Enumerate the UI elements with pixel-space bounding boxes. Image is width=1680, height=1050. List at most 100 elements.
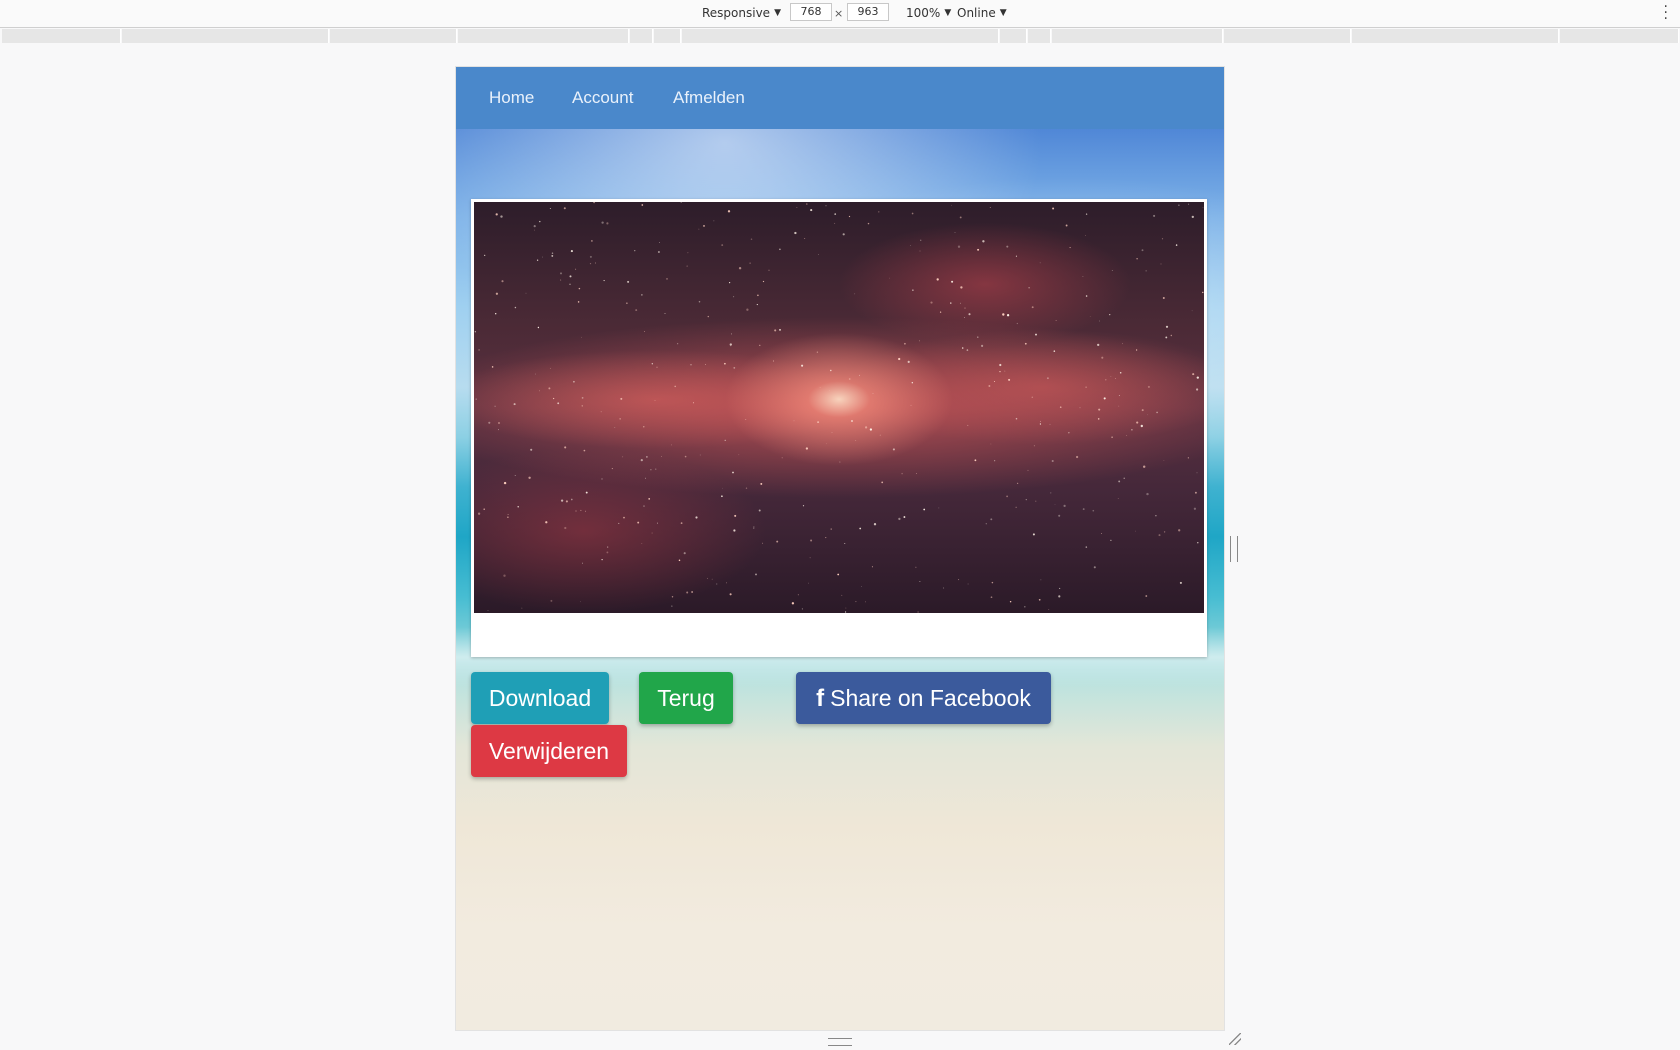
delete-button[interactable]: Verwijderen [471,725,627,777]
star [1040,579,1042,581]
star [637,521,640,524]
star [801,608,803,610]
star [570,250,573,253]
star [916,473,917,474]
star [1153,214,1156,217]
star [999,370,1001,373]
download-button[interactable]: Download [471,672,609,724]
star [960,302,961,304]
star [1016,322,1018,325]
star [687,252,689,254]
star [635,309,638,312]
star [539,220,541,223]
star [495,313,497,315]
star [654,400,656,401]
device-mode-select[interactable]: Responsive ▼ [702,6,781,20]
star [990,596,993,599]
star [729,282,731,284]
star [745,418,747,421]
star [711,578,713,580]
media-query-segment[interactable] [682,29,999,43]
star [1192,373,1195,376]
star [881,481,884,484]
star [762,280,765,283]
star [865,426,868,429]
star [801,364,804,367]
star [536,259,539,261]
star [706,577,708,579]
viewport-resize-corner-icon[interactable] [1229,1033,1241,1045]
star [691,591,693,593]
star [841,594,843,596]
star [964,307,966,309]
star [483,508,485,510]
star [1135,530,1136,532]
star [1082,276,1084,278]
facebook-icon: f [816,685,825,712]
star [530,448,533,451]
star [1109,313,1111,316]
media-query-segment[interactable] [1560,29,1679,43]
share-facebook-label: Share on Facebook [830,685,1031,711]
star [692,402,695,404]
media-query-segment[interactable] [1352,29,1559,43]
media-query-segment[interactable] [458,29,629,43]
star [1188,203,1190,205]
star [904,342,906,345]
star [545,521,548,524]
star [498,422,500,424]
star [1147,385,1150,388]
star [889,277,890,279]
share-facebook-button[interactable]: f Share on Facebook [796,672,1051,724]
star [733,296,735,298]
star [960,286,963,289]
star [600,411,602,413]
star [705,364,706,365]
star [641,294,643,296]
viewport-height-input[interactable]: 963 [847,3,889,21]
kebab-menu-icon[interactable]: · · · [1664,0,1668,26]
star [539,390,541,392]
star [575,510,577,512]
star [1068,432,1070,434]
viewport-width-input[interactable]: 768 [790,3,832,21]
star [1115,378,1116,380]
media-query-segment[interactable] [2,29,121,43]
star [919,340,920,342]
star [1059,406,1062,409]
star [733,367,736,369]
star [495,213,498,216]
media-query-segment[interactable] [1000,29,1027,43]
nav-home-link[interactable]: Home [489,88,534,108]
star [607,546,609,548]
media-query-segment[interactable] [630,29,653,43]
star [591,240,593,242]
star [1165,336,1168,339]
zoom-select[interactable]: 100% ▼ [906,6,951,20]
network-throttle-select[interactable]: Online ▼ [957,6,1007,20]
nav-logout-link[interactable]: Afmelden [673,88,745,108]
star [478,349,480,351]
media-query-segment[interactable] [122,29,329,43]
star [582,562,584,564]
nav-account-link[interactable]: Account [572,88,633,108]
star [581,336,582,338]
star [564,526,567,530]
star [500,215,503,218]
viewport-resize-handle-right[interactable] [1230,536,1238,562]
media-query-segment[interactable] [654,29,681,43]
star [756,304,758,306]
star [569,283,571,285]
media-query-segment[interactable] [330,29,457,43]
media-query-segment[interactable] [1224,29,1351,43]
viewport-resize-handle-bottom[interactable] [828,1038,852,1046]
star [1143,465,1146,468]
star [1006,314,1010,317]
media-query-segment[interactable] [1028,29,1051,43]
media-query-segment[interactable] [1052,29,1223,43]
star [791,602,795,605]
star [1118,480,1121,483]
star [1135,349,1138,351]
star [1006,495,1008,498]
back-button[interactable]: Terug [639,672,733,724]
